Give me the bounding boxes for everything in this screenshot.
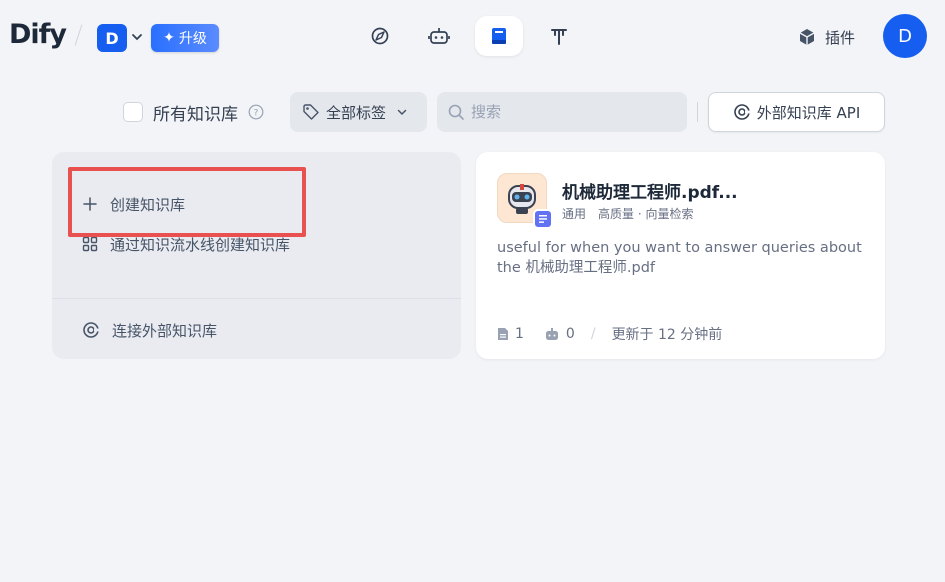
workspace-avatar[interactable]: D bbox=[97, 24, 127, 52]
upgrade-label: 升级 bbox=[178, 31, 207, 47]
nav-tools[interactable] bbox=[535, 16, 583, 56]
dataset-tags: 通用 高质量 · 向量检索 bbox=[562, 205, 693, 222]
all-knowledge-label: 所有知识库 bbox=[153, 104, 238, 125]
search-box[interactable] bbox=[437, 92, 687, 132]
chevron-down-icon[interactable] bbox=[130, 30, 144, 44]
chevron-down-icon bbox=[397, 109, 407, 116]
create-knowledge-card: 创建知识库 通过知识流水线创建知识库 连接外部知识库 bbox=[52, 152, 461, 359]
cube-icon bbox=[799, 29, 815, 45]
nav-explore[interactable] bbox=[356, 16, 404, 56]
dataset-footer: 1 0 / 更新于 12 分钟前 bbox=[497, 324, 722, 344]
pipeline-icon bbox=[82, 236, 98, 252]
connect-external-knowledge-label: 连接外部知识库 bbox=[112, 321, 218, 340]
dataset-index-tag: 高质量 · 向量检索 bbox=[598, 207, 694, 221]
external-link-icon bbox=[83, 322, 99, 338]
dataset-card[interactable]: 机械助理工程师.pdf... 通用 高质量 · 向量检索 useful for … bbox=[476, 152, 885, 359]
external-knowledge-api-button[interactable]: 外部知识库 API bbox=[708, 92, 885, 132]
user-avatar[interactable]: D bbox=[883, 14, 927, 58]
document-type-icon bbox=[533, 209, 553, 229]
search-input[interactable] bbox=[471, 103, 671, 121]
external-knowledge-api-label: 外部知识库 API bbox=[756, 103, 861, 122]
upgrade-button[interactable]: ✦ 升级 bbox=[151, 24, 219, 52]
dify-logo[interactable]: Dify bbox=[9, 18, 67, 52]
plugins-button[interactable]: 插件 bbox=[797, 24, 855, 50]
document-icon bbox=[498, 328, 508, 340]
sparkle-icon: ✦ bbox=[163, 30, 175, 46]
dataset-updated-time: 更新于 12 分钟前 bbox=[611, 327, 723, 343]
api-connection-icon bbox=[733, 104, 750, 120]
tag-icon bbox=[303, 104, 319, 120]
svg-text:?: ? bbox=[254, 109, 259, 119]
dataset-title: 机械助理工程师.pdf... bbox=[562, 183, 738, 203]
dataset-description: useful for when you want to answer queri… bbox=[497, 240, 862, 276]
plus-icon bbox=[83, 197, 97, 211]
create-knowledge-button[interactable]: 创建知识库 bbox=[82, 192, 185, 216]
all-knowledge-checkbox[interactable] bbox=[123, 102, 143, 122]
book-icon bbox=[492, 28, 506, 44]
help-icon[interactable]: ? bbox=[248, 104, 264, 120]
plugins-label: 插件 bbox=[825, 28, 856, 47]
document-count: 1 bbox=[515, 326, 524, 342]
toolbar-divider bbox=[697, 102, 698, 122]
dataset-type-tag: 通用 bbox=[562, 207, 587, 221]
robot-icon bbox=[428, 28, 450, 44]
all-knowledge-toggle[interactable]: 所有知识库 ? bbox=[123, 100, 264, 125]
tags-filter-label: 全部标签 bbox=[326, 103, 387, 122]
create-from-pipeline-label: 通过知识流水线创建知识库 bbox=[110, 235, 291, 254]
create-knowledge-label: 创建知识库 bbox=[110, 195, 186, 214]
connect-external-knowledge-button[interactable]: 连接外部知识库 bbox=[82, 318, 217, 342]
app-count: 0 bbox=[565, 326, 575, 342]
create-from-pipeline-button[interactable]: 通过知识流水线创建知识库 bbox=[82, 232, 290, 256]
tags-filter-dropdown[interactable]: 全部标签 bbox=[290, 92, 427, 132]
explore-icon bbox=[371, 27, 389, 45]
breadcrumb-divider bbox=[74, 24, 83, 46]
nav-knowledge[interactable] bbox=[475, 16, 523, 56]
nav-studio[interactable] bbox=[415, 16, 463, 56]
robot-icon bbox=[545, 328, 558, 340]
search-icon bbox=[448, 104, 464, 120]
tools-icon bbox=[551, 29, 567, 45]
card-divider bbox=[52, 298, 461, 299]
footer-separator: / bbox=[590, 326, 596, 342]
